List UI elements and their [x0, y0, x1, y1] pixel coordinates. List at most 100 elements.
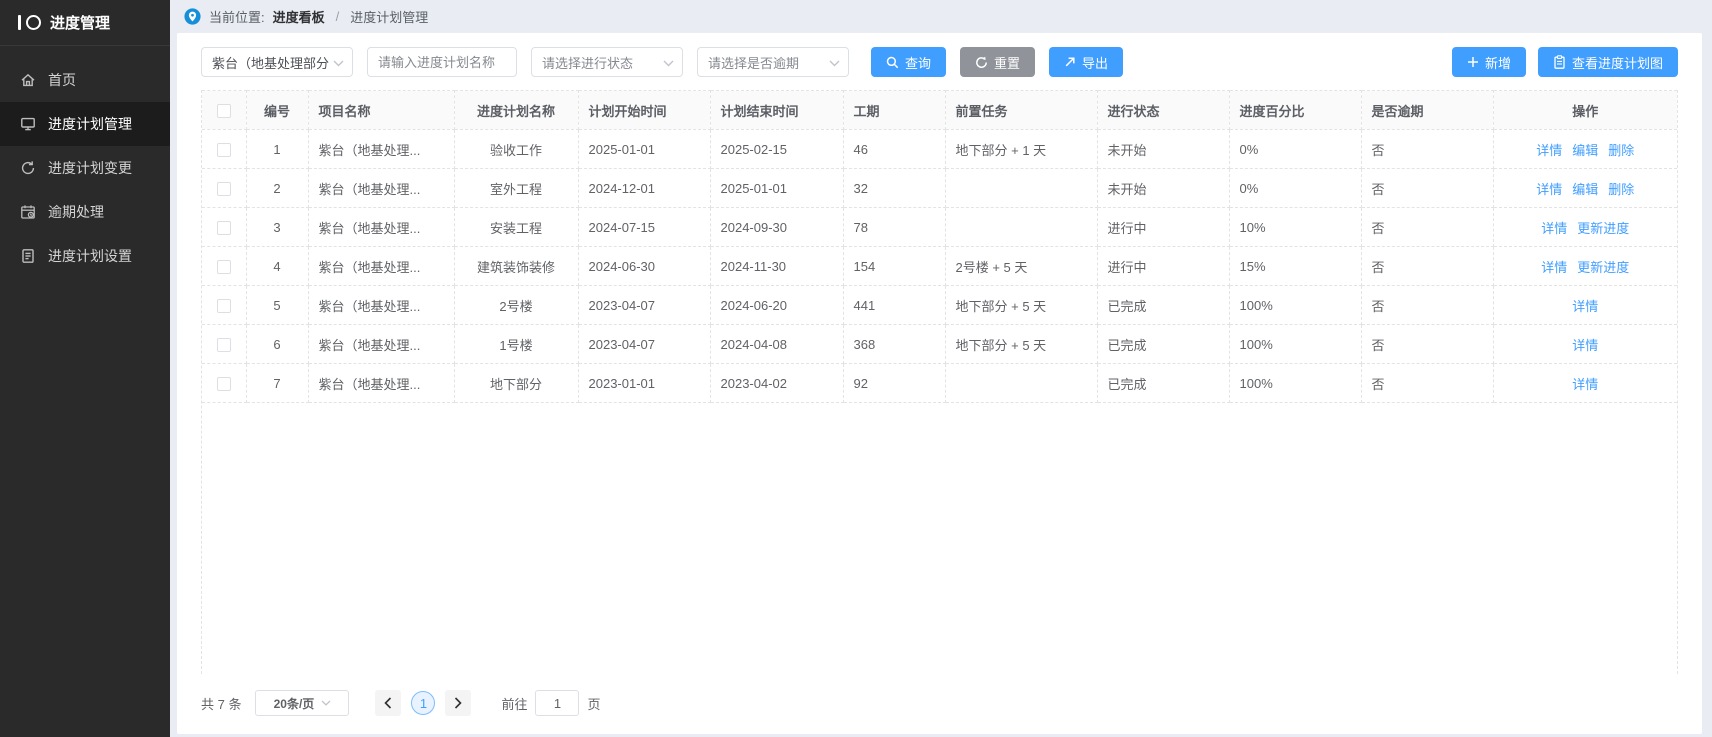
table-cell: 已完成 — [1097, 364, 1229, 403]
search-button[interactable]: 查询 — [871, 47, 946, 77]
table-cell: 地下部分 — [454, 364, 578, 403]
action-delete[interactable]: 删除 — [1608, 182, 1634, 197]
table-cell: 2号楼 — [454, 286, 578, 325]
table-cell: 室外工程 — [454, 169, 578, 208]
prev-page-button[interactable] — [375, 690, 401, 716]
table-cell: 92 — [843, 364, 945, 403]
table-cell: 0% — [1229, 169, 1361, 208]
main-area: 当前位置: 进度看板 / 进度计划管理 紫台（地基处理部分 请选择进行状态 — [170, 0, 1712, 737]
project-select[interactable]: 紫台（地基处理部分 — [201, 47, 353, 77]
row-checkbox[interactable] — [217, 182, 231, 196]
table-cell: 否 — [1361, 286, 1493, 325]
table-cell: 2024-06-30 — [578, 247, 710, 286]
row-checkbox[interactable] — [217, 338, 231, 352]
chevron-down-icon — [333, 55, 344, 70]
table-cell — [202, 208, 246, 247]
sidebar-item-plan-change[interactable]: 进度计划变更 — [0, 146, 170, 190]
table-cell: 未开始 — [1097, 169, 1229, 208]
table-cell — [945, 208, 1097, 247]
table-cell: 2025-01-01 — [578, 130, 710, 169]
action-update-progress[interactable]: 更新进度 — [1577, 260, 1629, 275]
status-select[interactable]: 请选择进行状态 — [531, 47, 683, 77]
table-cell — [202, 130, 246, 169]
search-icon — [886, 56, 899, 69]
export-button[interactable]: 导出 — [1049, 47, 1123, 77]
action-delete[interactable]: 删除 — [1608, 143, 1634, 158]
table-cell: 否 — [1361, 130, 1493, 169]
table-cell: 未开始 — [1097, 130, 1229, 169]
row-checkbox[interactable] — [217, 260, 231, 274]
current-page[interactable]: 1 — [411, 691, 435, 715]
total-count: 共 7 条 — [201, 694, 241, 713]
table-cell — [202, 169, 246, 208]
table-cell: 紫台（地基处理... — [308, 208, 454, 247]
plan-name-input[interactable] — [367, 47, 517, 77]
calendar-icon — [20, 204, 36, 220]
plus-icon — [1467, 56, 1479, 68]
table-cell: 368 — [843, 325, 945, 364]
table-cell: 100% — [1229, 325, 1361, 364]
overdue-select[interactable]: 请选择是否逾期 — [697, 47, 849, 77]
action-detail[interactable]: 详情 — [1536, 182, 1562, 197]
action-update-progress[interactable]: 更新进度 — [1577, 221, 1629, 236]
action-detail[interactable]: 详情 — [1572, 299, 1598, 314]
breadcrumb-root[interactable]: 进度看板 — [273, 7, 325, 26]
next-page-button[interactable] — [445, 690, 471, 716]
table-cell: 2024-04-08 — [710, 325, 843, 364]
breadcrumb: 当前位置: 进度看板 / 进度计划管理 — [170, 0, 1712, 33]
table-cell: 紫台（地基处理... — [308, 286, 454, 325]
row-actions: 详情编辑删除 — [1493, 130, 1677, 169]
action-detail[interactable]: 详情 — [1536, 143, 1562, 158]
table-cell: 2023-04-02 — [710, 364, 843, 403]
sidebar-item-plan-settings[interactable]: 进度计划设置 — [0, 234, 170, 278]
reset-button[interactable]: 重置 — [960, 47, 1035, 77]
row-actions: 详情更新进度 — [1493, 247, 1677, 286]
action-detail[interactable]: 详情 — [1541, 260, 1567, 275]
table-row: 1紫台（地基处理...验收工作2025-01-012025-02-1546地下部… — [202, 130, 1677, 169]
chevron-down-icon — [663, 55, 674, 70]
sidebar-item-label: 首页 — [48, 70, 76, 90]
table-cell: 紫台（地基处理... — [308, 247, 454, 286]
row-checkbox[interactable] — [217, 299, 231, 313]
table-row: 6紫台（地基处理...1号楼2023-04-072024-04-08368地下部… — [202, 325, 1677, 364]
table-cell: 78 — [843, 208, 945, 247]
table-row: 2紫台（地基处理...室外工程2024-12-012025-01-0132未开始… — [202, 169, 1677, 208]
table-cell — [202, 364, 246, 403]
content-card: 紫台（地基处理部分 请选择进行状态 请选择是否逾期 — [177, 33, 1702, 734]
sidebar-item-label: 进度计划变更 — [48, 158, 132, 178]
row-checkbox[interactable] — [217, 377, 231, 391]
sidebar-item-overdue-handling[interactable]: 逾期处理 — [0, 190, 170, 234]
breadcrumb-current: 进度计划管理 — [350, 7, 428, 26]
row-checkbox[interactable] — [217, 221, 231, 235]
goto-suffix: 页 — [587, 694, 600, 713]
sidebar-item-home[interactable]: 首页 — [0, 58, 170, 102]
location-pin-icon — [184, 8, 201, 25]
table-cell — [945, 169, 1097, 208]
sidebar-item-plan-management[interactable]: 进度计划管理 — [0, 102, 170, 146]
column-header: 进行状态 — [1097, 91, 1229, 130]
action-detail[interactable]: 详情 — [1541, 221, 1567, 236]
refresh-icon — [975, 56, 988, 69]
table-cell: 否 — [1361, 364, 1493, 403]
table-cell: 2023-04-07 — [578, 325, 710, 364]
pagination: 共 7 条 20条/页 1 前往 — [177, 674, 1702, 734]
table-cell: 否 — [1361, 325, 1493, 364]
table-cell: 安装工程 — [454, 208, 578, 247]
action-edit[interactable]: 编辑 — [1572, 182, 1598, 197]
row-checkbox[interactable] — [217, 143, 231, 157]
action-detail[interactable]: 详情 — [1572, 338, 1598, 353]
view-plan-chart-button[interactable]: 查看进度计划图 — [1538, 47, 1678, 77]
action-detail[interactable]: 详情 — [1572, 377, 1598, 392]
table-row: 7紫台（地基处理...地下部分2023-01-012023-04-0292已完成… — [202, 364, 1677, 403]
select-all-checkbox[interactable] — [217, 104, 231, 118]
chevron-down-icon — [321, 700, 331, 706]
add-button[interactable]: 新增 — [1452, 47, 1526, 77]
table-header-row: 编号项目名称进度计划名称计划开始时间计划结束时间工期前置任务进行状态进度百分比是… — [202, 91, 1677, 130]
table-cell: 7 — [246, 364, 308, 403]
table-cell: 紫台（地基处理... — [308, 364, 454, 403]
table-cell: 2025-02-15 — [710, 130, 843, 169]
action-edit[interactable]: 编辑 — [1572, 143, 1598, 158]
table-row: 4紫台（地基处理...建筑装饰装修2024-06-302024-11-30154… — [202, 247, 1677, 286]
page-size-select[interactable]: 20条/页 — [255, 690, 349, 716]
goto-page-input[interactable] — [535, 690, 579, 716]
